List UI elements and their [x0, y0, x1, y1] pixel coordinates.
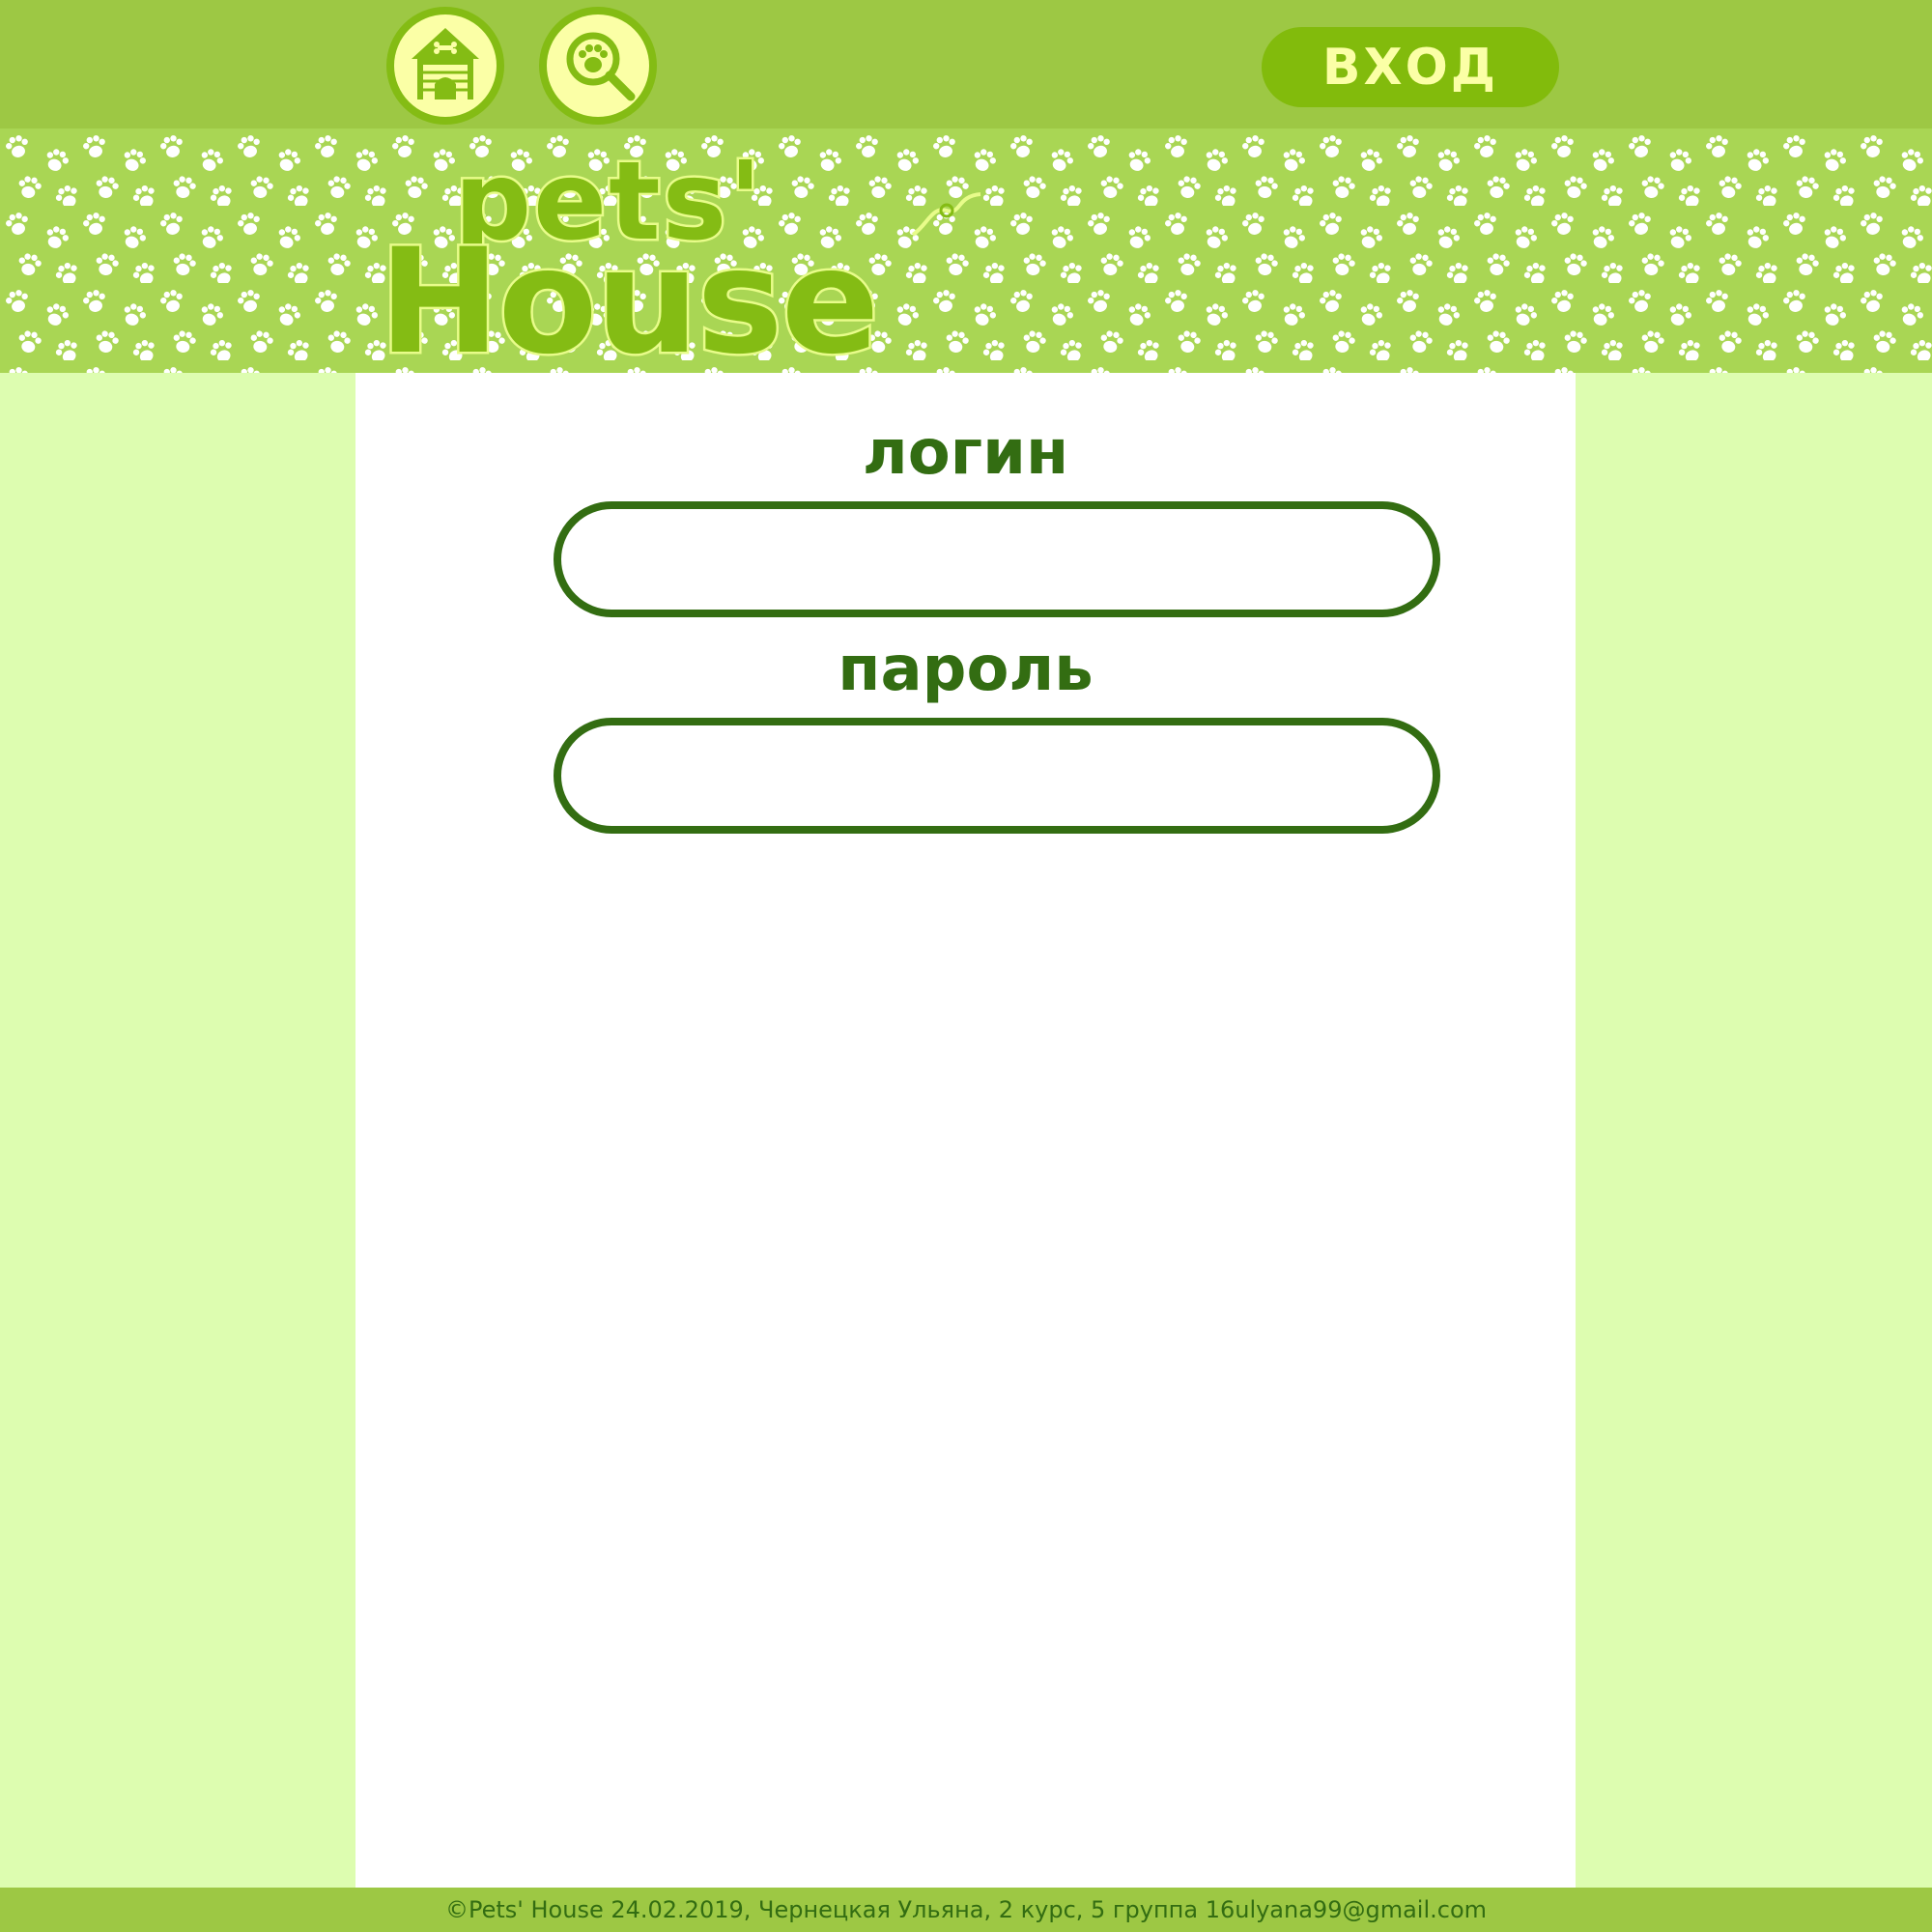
footer: ©Pets' House 24.02.2019, Чернецкая Ульян…: [0, 1888, 1932, 1932]
login-input[interactable]: [554, 501, 1440, 617]
footer-copyright: ©Pets' House 24.02.2019, Чернецкая Ульян…: [444, 1896, 1488, 1923]
doghouse-icon: [412, 28, 479, 99]
home-nav-button[interactable]: [386, 7, 504, 125]
password-label: пароль: [838, 634, 1094, 705]
paw-search-icon: [566, 32, 636, 101]
top-nav-bar: ВХОД: [0, 0, 1932, 128]
pets-house-logo: pets' House: [367, 128, 1034, 373]
login-button[interactable]: ВХОД: [1262, 27, 1559, 107]
header-banner: pets' House: [0, 128, 1932, 373]
password-input[interactable]: [554, 718, 1440, 834]
logo-text-house: House: [376, 218, 881, 374]
leash-icon: [911, 192, 981, 237]
login-label: логин: [862, 417, 1069, 489]
login-form-panel: логин пароль: [355, 373, 1576, 1888]
search-nav-button[interactable]: [539, 7, 657, 125]
